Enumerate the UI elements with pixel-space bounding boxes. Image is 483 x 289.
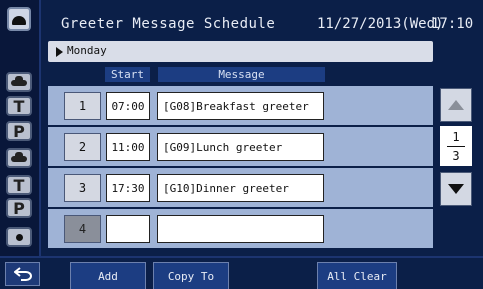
start-time-field[interactable]: 17:30: [106, 174, 150, 202]
total-pages: 3: [452, 148, 460, 163]
start-time-field[interactable]: [106, 215, 150, 243]
pager: 1 3: [437, 86, 477, 246]
dot-icon: [15, 233, 23, 241]
schedule-row: 3 17:30 [G10]Dinner greeter: [48, 168, 433, 207]
driver-mode-button[interactable]: [7, 7, 31, 31]
message-field[interactable]: [G10]Dinner greeter: [157, 174, 324, 202]
screen: T P T P Greeter Message Schedule 11/27/2…: [0, 0, 483, 289]
schedule-row: 2 11:00 [G09]Lunch greeter: [48, 127, 433, 166]
message-field[interactable]: [G09]Lunch greeter: [157, 133, 324, 161]
column-header-start: Start: [105, 67, 150, 82]
dot-mode-button[interactable]: [6, 227, 32, 247]
row-number-button[interactable]: 4: [64, 215, 101, 243]
date-display: 11/27/2013(Wed): [317, 16, 444, 32]
message-field[interactable]: [157, 215, 324, 243]
page-down-button[interactable]: [440, 172, 472, 206]
row-number-button[interactable]: 2: [64, 133, 101, 161]
day-label: Monday: [67, 44, 107, 57]
start-time-field[interactable]: 07:00: [106, 92, 150, 120]
all-clear-button[interactable]: All Clear: [317, 262, 397, 289]
back-button[interactable]: [5, 262, 40, 286]
p-mode-label: P: [13, 198, 25, 218]
car-icon: [11, 76, 27, 86]
arrow-down-icon: [448, 184, 464, 194]
page-divider: [447, 145, 465, 147]
schedule-row: 1 07:00 [G08]Breakfast greeter: [48, 86, 433, 125]
start-time-field[interactable]: 11:00: [106, 133, 150, 161]
t-mode-button-1[interactable]: T: [6, 96, 32, 116]
message-field[interactable]: [G08]Breakfast greeter: [157, 92, 324, 120]
car-icon: [11, 152, 27, 162]
arrow-up-icon: [448, 100, 464, 110]
current-page: 1: [452, 129, 460, 144]
schedule-row: 4: [48, 209, 433, 248]
column-header-message: Message: [158, 67, 325, 82]
p-mode-button-1[interactable]: P: [6, 121, 32, 141]
page-indicator: 1 3: [440, 126, 472, 166]
day-selector[interactable]: Monday: [48, 41, 433, 62]
return-arrow-icon: [13, 267, 32, 281]
expand-arrow-icon: [56, 47, 63, 57]
car-mode-button-1[interactable]: [6, 72, 32, 92]
car-mode-button-2[interactable]: [6, 148, 32, 168]
page-up-button[interactable]: [440, 88, 472, 122]
clock-display: 17:10: [431, 16, 474, 32]
p-mode-label: P: [13, 121, 25, 141]
row-number-button[interactable]: 1: [64, 92, 101, 120]
header: Greeter Message Schedule 11/27/2013(Wed)…: [45, 0, 483, 38]
t-mode-label: T: [13, 96, 25, 116]
copy-to-button[interactable]: Copy To: [153, 262, 229, 289]
p-mode-button-2[interactable]: P: [6, 198, 32, 218]
add-button[interactable]: Add: [70, 262, 146, 289]
page-title: Greeter Message Schedule: [61, 16, 276, 32]
t-mode-label: T: [13, 175, 25, 195]
mode-rail: T P T P: [0, 0, 41, 256]
t-mode-button-2[interactable]: T: [6, 175, 32, 195]
helmet-icon: [12, 15, 26, 25]
row-number-button[interactable]: 3: [64, 174, 101, 202]
footer-bar: Add Copy To All Clear: [0, 256, 483, 289]
